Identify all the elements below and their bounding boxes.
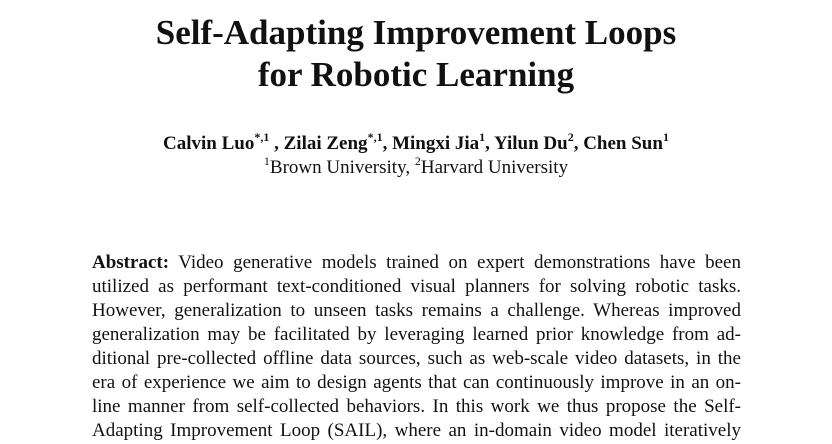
author-affiliation-mark: *,1: [254, 129, 270, 144]
abstract-line: generalization may be facilitated by lev…: [92, 324, 741, 345]
abstract-line: ditional pre-collected offline data sour…: [92, 348, 741, 369]
paper-page: Self-Adapting Improvement Loops for Robo…: [0, 0, 832, 444]
author-affiliation-mark: 2: [567, 129, 574, 144]
author-name: Calvin Luo: [163, 133, 255, 154]
abstract-line: Abstract: Video generative models traine…: [92, 251, 741, 275]
abstract-line: Adapting Improvement Loop (SAIL), where …: [92, 420, 741, 441]
affiliation-name: Harvard University: [420, 157, 569, 178]
abstract-line: However, generalization to unseen tasks …: [92, 300, 741, 321]
affiliation-list: 1Brown University, 2Harvard University: [0, 153, 832, 180]
affiliation-name: Brown University: [269, 157, 406, 178]
abstract-line-text: Video generative models trained on exper…: [169, 252, 741, 273]
author-affiliation-mark: 1: [479, 129, 486, 144]
abstract-heading: Abstract:: [92, 252, 170, 273]
author-name: Chen Sun: [583, 133, 663, 154]
author-separator: ,: [382, 133, 393, 154]
affiliation-mark: 1: [263, 153, 270, 168]
author-name: Yilun Du: [493, 133, 568, 154]
author-name: Mingxi Jia: [392, 133, 480, 154]
abstract-block: Abstract: Video generative models traine…: [92, 251, 741, 443]
paper-title-line-2: for Robotic Learning: [257, 55, 575, 94]
author-affiliation-mark: *,1: [367, 129, 383, 144]
author-separator: ,: [573, 133, 584, 154]
author-separator: ,: [269, 133, 284, 154]
author-separator: ,: [485, 133, 494, 154]
abstract-line: line manner from self-collected behavior…: [92, 396, 741, 417]
author-affiliation-mark: 1: [662, 129, 669, 144]
author-list: Calvin Luo*,1 , Zilai Zeng*,1, Mingxi Ji…: [0, 129, 832, 156]
abstract-line: utilized as performant text-conditioned …: [92, 276, 741, 297]
abstract-line: era of experience we aim to design agent…: [92, 372, 741, 393]
affiliation-mark: 2: [414, 153, 421, 168]
affiliation-separator: ,: [405, 157, 415, 178]
author-name: Zilai Zeng: [283, 133, 368, 154]
paper-title-line-1: Self-Adapting Improvement Loops: [155, 13, 677, 52]
